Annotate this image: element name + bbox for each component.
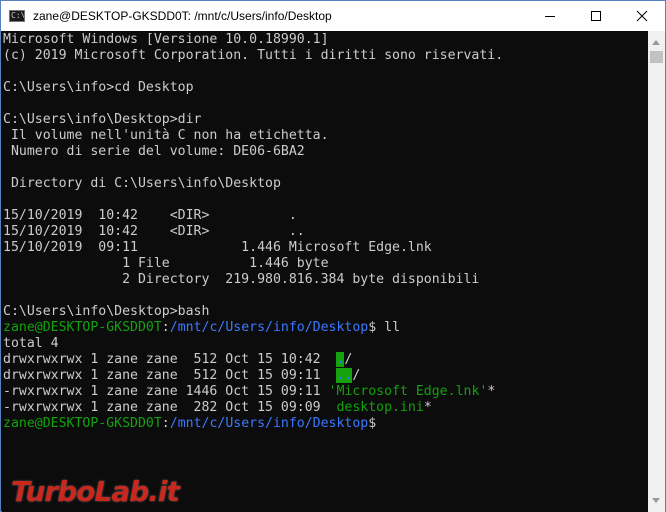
file-suffix: * [487,384,496,399]
prompt-path: /mnt/c/Users/info/Desktop [169,320,369,335]
close-icon [636,10,648,22]
console-line: (c) 2019 Microsoft Corporation. Tutti i … [3,48,504,63]
bash-prompt-line: zane@DESKTOP-GKSDD0T:/mnt/c/Users/info/D… [3,320,503,336]
file-perms: drwxrwxrwx 1 zane zane 512 Oct 15 09:11 [3,368,337,383]
console-line: C:\Users\info\Desktop>dir [3,112,202,127]
scroll-up-icon[interactable] [652,40,660,45]
minimize-icon [545,16,555,17]
dir-name: .. [336,368,353,383]
prompt-symbol: $ [368,320,385,335]
command-text: ll [384,320,401,335]
bash-prompt-line: zane@DESKTOP-GKSDD0T:/mnt/c/Users/info/D… [3,416,503,432]
watermark-logo: TurboLab.it [11,475,180,508]
prompt-symbol: $ [368,416,385,431]
window-title: zane@DESKTOP-GKSDD0T: /mnt/c/Users/info/… [33,9,332,23]
console-line: 15/10/2019 09:11 1.446 Microsoft Edge.ln… [3,240,432,255]
cmd-app-icon[interactable]: C:\ [9,10,25,22]
console-line: 1 File 1.446 byte [3,256,329,271]
prompt-user: zane@DESKTOP-GKSDD0T [3,416,162,431]
scrollbar-thumb[interactable] [650,51,663,63]
console-line: Directory di C:\Users\info\Desktop [3,176,281,191]
console-line: Microsoft Windows [Versione 10.0.18990.1… [3,32,329,47]
window-controls [527,1,665,31]
file-suffix: / [344,352,353,367]
prompt-path: /mnt/c/Users/info/Desktop [169,416,369,431]
vertical-scrollbar[interactable] [648,31,665,512]
file-entry: drwxrwxrwx 1 zane zane 512 Oct 15 09:11 … [3,368,503,384]
file-entry: -rwxrwxrwx 1 zane zane 282 Oct 15 09:09 … [3,400,503,416]
title-bar[interactable]: C:\ zane@DESKTOP-GKSDD0T: /mnt/c/Users/i… [1,1,665,31]
file-perms: -rwxrwxrwx 1 zane zane 1446 Oct 15 09:11 [3,384,329,399]
console-line: 15/10/2019 10:42 <DIR> . [3,208,297,223]
console-line: C:\Users\info\Desktop>bash [3,304,210,319]
console-lines: Microsoft Windows [Versione 10.0.18990.1… [3,32,503,432]
console-line: C:\Users\info>cd Desktop [3,80,194,95]
terminal-window: C:\ zane@DESKTOP-GKSDD0T: /mnt/c/Users/i… [0,0,666,512]
console-line: 2 Directory 219.980.816.384 byte disponi… [3,272,480,287]
maximize-button[interactable] [573,1,619,31]
console-line: Il volume nell'unità C non ha etichetta. [3,128,329,143]
scroll-down-icon[interactable] [652,498,660,503]
console-output[interactable]: Microsoft Windows [Versione 10.0.18990.1… [2,31,648,512]
prompt-colon: : [161,416,170,431]
file-name: desktop.ini [336,400,424,415]
console-line: 15/10/2019 10:42 <DIR> .. [3,224,305,239]
file-perms: drwxrwxrwx 1 zane zane 512 Oct 15 10:42 [3,352,337,367]
console-line: total 4 [3,336,59,351]
console-line: Numero di serie del volume: DE06-6BA2 [3,144,305,159]
file-entry: -rwxrwxrwx 1 zane zane 1446 Oct 15 09:11… [3,384,503,400]
file-suffix: / [352,368,361,383]
file-suffix: * [423,400,432,415]
file-name: 'Microsoft Edge.lnk' [328,384,488,399]
prompt-colon: : [161,320,170,335]
file-perms: -rwxrwxrwx 1 zane zane 282 Oct 15 09:09 [3,400,337,415]
minimize-button[interactable] [527,1,573,31]
file-entry: drwxrwxrwx 1 zane zane 512 Oct 15 10:42 … [3,352,503,368]
prompt-user: zane@DESKTOP-GKSDD0T [3,320,162,335]
maximize-icon [591,11,601,21]
close-button[interactable] [619,1,665,31]
